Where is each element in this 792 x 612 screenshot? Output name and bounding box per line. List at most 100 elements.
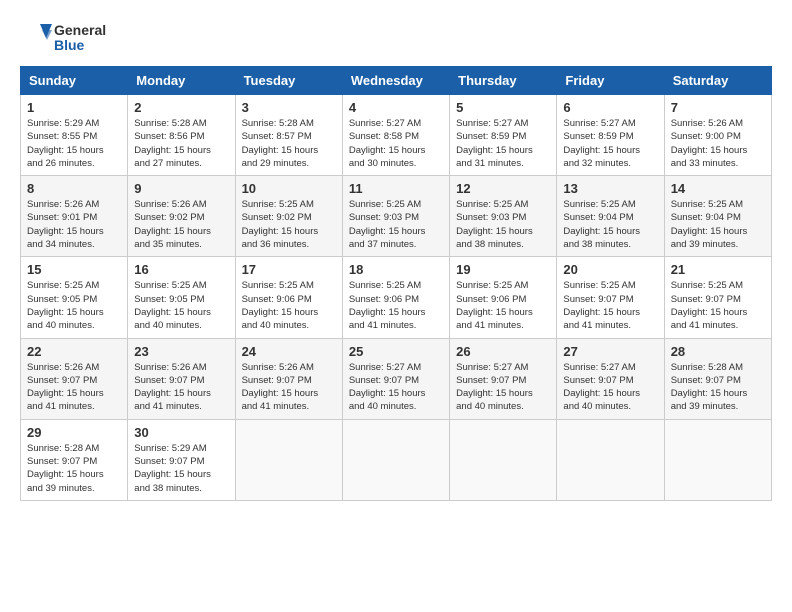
day-number: 30 (134, 425, 228, 440)
day-detail: Sunrise: 5:28 AM Sunset: 8:56 PM Dayligh… (134, 117, 228, 170)
day-number: 29 (27, 425, 121, 440)
day-number: 15 (27, 262, 121, 277)
day-detail: Sunrise: 5:27 AM Sunset: 8:58 PM Dayligh… (349, 117, 443, 170)
day-detail: Sunrise: 5:29 AM Sunset: 8:55 PM Dayligh… (27, 117, 121, 170)
day-detail: Sunrise: 5:26 AM Sunset: 9:07 PM Dayligh… (134, 361, 228, 414)
day-number: 12 (456, 181, 550, 196)
calendar-cell: 21 Sunrise: 5:25 AM Sunset: 9:07 PM Dayli… (664, 257, 771, 338)
day-detail: Sunrise: 5:28 AM Sunset: 9:07 PM Dayligh… (671, 361, 765, 414)
day-detail: Sunrise: 5:25 AM Sunset: 9:03 PM Dayligh… (349, 198, 443, 251)
day-detail: Sunrise: 5:25 AM Sunset: 9:06 PM Dayligh… (456, 279, 550, 332)
calendar-cell: 15 Sunrise: 5:25 AM Sunset: 9:05 PM Dayli… (21, 257, 128, 338)
calendar-cell: 28 Sunrise: 5:28 AM Sunset: 9:07 PM Dayli… (664, 338, 771, 419)
logo-general: General (54, 23, 106, 38)
day-number: 10 (242, 181, 336, 196)
weekday-header-row: SundayMondayTuesdayWednesdayThursdayFrid… (21, 67, 772, 95)
calendar-cell: 16Sunrise: 5:25 AM Sunset: 9:05 PM Dayli… (128, 257, 235, 338)
logo-blue: Blue (54, 38, 106, 53)
day-detail: Sunrise: 5:27 AM Sunset: 9:07 PM Dayligh… (456, 361, 550, 414)
day-number: 5 (456, 100, 550, 115)
day-detail: Sunrise: 5:26 AM Sunset: 9:01 PM Dayligh… (27, 198, 121, 251)
day-number: 17 (242, 262, 336, 277)
calendar-cell: 23 Sunrise: 5:26 AM Sunset: 9:07 PM Dayli… (128, 338, 235, 419)
calendar-cell: 12 Sunrise: 5:25 AM Sunset: 9:03 PM Dayli… (450, 176, 557, 257)
logo: General Blue (20, 20, 106, 56)
day-number: 7 (671, 100, 765, 115)
weekday-header-friday: Friday (557, 67, 664, 95)
weekday-header-wednesday: Wednesday (342, 67, 449, 95)
calendar-cell: 11 Sunrise: 5:25 AM Sunset: 9:03 PM Dayli… (342, 176, 449, 257)
calendar-cell: 30 Sunrise: 5:29 AM Sunset: 9:07 PM Dayli… (128, 419, 235, 500)
page-header: General Blue (20, 20, 772, 56)
day-detail: Sunrise: 5:25 AM Sunset: 9:07 PM Dayligh… (671, 279, 765, 332)
calendar-cell (450, 419, 557, 500)
calendar-cell: 7 Sunrise: 5:26 AM Sunset: 9:00 PM Daylig… (664, 95, 771, 176)
day-detail: Sunrise: 5:25 AM Sunset: 9:05 PM Dayligh… (27, 279, 121, 332)
calendar-cell: 1 Sunrise: 5:29 AM Sunset: 8:55 PM Daylig… (21, 95, 128, 176)
day-number: 21 (671, 262, 765, 277)
week-row-1: 1 Sunrise: 5:29 AM Sunset: 8:55 PM Daylig… (21, 95, 772, 176)
day-detail: Sunrise: 5:28 AM Sunset: 9:07 PM Dayligh… (27, 442, 121, 495)
weekday-header-tuesday: Tuesday (235, 67, 342, 95)
calendar-cell: 3Sunrise: 5:28 AM Sunset: 8:57 PM Daylig… (235, 95, 342, 176)
day-detail: Sunrise: 5:27 AM Sunset: 9:07 PM Dayligh… (349, 361, 443, 414)
day-detail: Sunrise: 5:25 AM Sunset: 9:06 PM Dayligh… (349, 279, 443, 332)
calendar-cell: 19 Sunrise: 5:25 AM Sunset: 9:06 PM Dayli… (450, 257, 557, 338)
calendar-cell (557, 419, 664, 500)
calendar-cell: 14Sunrise: 5:25 AM Sunset: 9:04 PM Dayli… (664, 176, 771, 257)
calendar-cell: 9Sunrise: 5:26 AM Sunset: 9:02 PM Daylig… (128, 176, 235, 257)
day-number: 25 (349, 344, 443, 359)
week-row-2: 8Sunrise: 5:26 AM Sunset: 9:01 PM Daylig… (21, 176, 772, 257)
day-detail: Sunrise: 5:25 AM Sunset: 9:02 PM Dayligh… (242, 198, 336, 251)
calendar-cell: 4 Sunrise: 5:27 AM Sunset: 8:58 PM Daylig… (342, 95, 449, 176)
logo-svg: General Blue (20, 20, 106, 56)
calendar-cell: 6 Sunrise: 5:27 AM Sunset: 8:59 PM Daylig… (557, 95, 664, 176)
day-number: 20 (563, 262, 657, 277)
day-detail: Sunrise: 5:27 AM Sunset: 8:59 PM Dayligh… (456, 117, 550, 170)
calendar-cell: 22Sunrise: 5:26 AM Sunset: 9:07 PM Dayli… (21, 338, 128, 419)
calendar-cell: 25 Sunrise: 5:27 AM Sunset: 9:07 PM Dayli… (342, 338, 449, 419)
day-detail: Sunrise: 5:26 AM Sunset: 9:07 PM Dayligh… (242, 361, 336, 414)
day-number: 1 (27, 100, 121, 115)
day-number: 6 (563, 100, 657, 115)
calendar-cell: 2 Sunrise: 5:28 AM Sunset: 8:56 PM Daylig… (128, 95, 235, 176)
calendar-cell: 27 Sunrise: 5:27 AM Sunset: 9:07 PM Dayli… (557, 338, 664, 419)
day-number: 2 (134, 100, 228, 115)
day-detail: Sunrise: 5:27 AM Sunset: 8:59 PM Dayligh… (563, 117, 657, 170)
weekday-header-thursday: Thursday (450, 67, 557, 95)
week-row-5: 29 Sunrise: 5:28 AM Sunset: 9:07 PM Dayli… (21, 419, 772, 500)
day-number: 24 (242, 344, 336, 359)
calendar-cell: 26 Sunrise: 5:27 AM Sunset: 9:07 PM Dayli… (450, 338, 557, 419)
calendar-cell: 8Sunrise: 5:26 AM Sunset: 9:01 PM Daylig… (21, 176, 128, 257)
calendar-cell: 13 Sunrise: 5:25 AM Sunset: 9:04 PM Dayli… (557, 176, 664, 257)
calendar-cell: 20 Sunrise: 5:25 AM Sunset: 9:07 PM Dayli… (557, 257, 664, 338)
weekday-header-sunday: Sunday (21, 67, 128, 95)
day-number: 28 (671, 344, 765, 359)
day-number: 27 (563, 344, 657, 359)
calendar-cell: 18Sunrise: 5:25 AM Sunset: 9:06 PM Dayli… (342, 257, 449, 338)
day-number: 19 (456, 262, 550, 277)
day-detail: Sunrise: 5:26 AM Sunset: 9:00 PM Dayligh… (671, 117, 765, 170)
weekday-header-monday: Monday (128, 67, 235, 95)
logo-graphic (20, 20, 52, 56)
calendar-cell (664, 419, 771, 500)
day-detail: Sunrise: 5:25 AM Sunset: 9:04 PM Dayligh… (563, 198, 657, 251)
week-row-3: 15 Sunrise: 5:25 AM Sunset: 9:05 PM Dayli… (21, 257, 772, 338)
day-detail: Sunrise: 5:25 AM Sunset: 9:03 PM Dayligh… (456, 198, 550, 251)
day-detail: Sunrise: 5:29 AM Sunset: 9:07 PM Dayligh… (134, 442, 228, 495)
day-number: 11 (349, 181, 443, 196)
day-number: 26 (456, 344, 550, 359)
calendar-cell (235, 419, 342, 500)
day-number: 16 (134, 262, 228, 277)
calendar-cell: 24 Sunrise: 5:26 AM Sunset: 9:07 PM Dayli… (235, 338, 342, 419)
calendar-cell: 5 Sunrise: 5:27 AM Sunset: 8:59 PM Daylig… (450, 95, 557, 176)
day-detail: Sunrise: 5:28 AM Sunset: 8:57 PM Dayligh… (242, 117, 336, 170)
calendar-cell: 29 Sunrise: 5:28 AM Sunset: 9:07 PM Dayli… (21, 419, 128, 500)
day-number: 13 (563, 181, 657, 196)
day-detail: Sunrise: 5:25 AM Sunset: 9:07 PM Dayligh… (563, 279, 657, 332)
week-row-4: 22Sunrise: 5:26 AM Sunset: 9:07 PM Dayli… (21, 338, 772, 419)
day-number: 4 (349, 100, 443, 115)
day-detail: Sunrise: 5:25 AM Sunset: 9:04 PM Dayligh… (671, 198, 765, 251)
day-number: 23 (134, 344, 228, 359)
day-detail: Sunrise: 5:27 AM Sunset: 9:07 PM Dayligh… (563, 361, 657, 414)
